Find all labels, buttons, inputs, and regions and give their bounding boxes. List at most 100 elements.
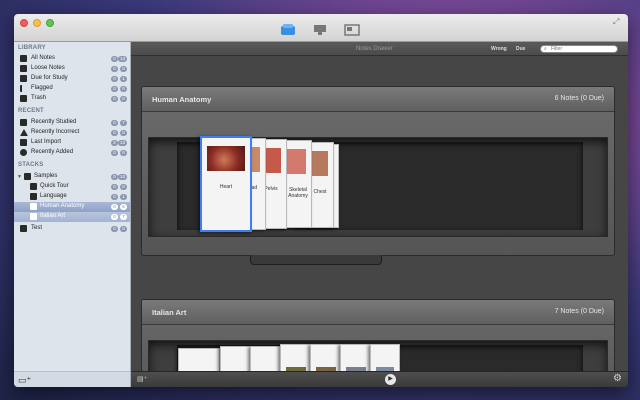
sidebar-item-label: Recently Added <box>31 149 74 155</box>
new-count-badge: 0 <box>111 56 118 62</box>
sidebar-item-recently-incorrect[interactable]: Recently Incorrect 0 0 <box>14 128 130 138</box>
sidebar-item-quick-tour[interactable]: Quick Tour 0 0 <box>14 182 130 192</box>
total-count-badge: 13 <box>117 174 127 180</box>
fullscreen-icon[interactable]: ⤢ <box>613 17 622 26</box>
drawer-icon <box>30 203 37 210</box>
total-count-badge: 13 <box>117 140 127 146</box>
new-count-badge: 0 <box>111 174 118 180</box>
note-card-selected[interactable]: Heart <box>200 136 252 232</box>
study-icon <box>20 119 27 126</box>
sidebar-item-last-import[interactable]: Last Import 2 13 <box>14 138 130 148</box>
notes-drawer-area: Notes Drawer Wrong Due ⌕ Human Anatomy 6… <box>131 42 628 387</box>
new-count-badge: 0 <box>111 86 118 92</box>
new-count-badge: 0 <box>111 204 118 210</box>
drawer-handle[interactable] <box>250 255 382 265</box>
sidebar-item-flagged[interactable]: Flagged 0 0 <box>14 84 130 94</box>
add-circle-icon <box>20 149 27 156</box>
notes-icon <box>20 55 27 62</box>
sidebar-item-trash[interactable]: Trash 0 0 <box>14 94 130 104</box>
new-count-badge: 0 <box>111 66 118 72</box>
total-count-badge: 13 <box>117 56 127 62</box>
sidebar-item-label: Recently Studied <box>31 119 77 125</box>
total-count-badge: 0 <box>120 86 127 92</box>
warning-icon <box>20 129 28 136</box>
new-count-badge: 0 <box>111 214 118 220</box>
section-header-recent: RECENT <box>18 108 44 114</box>
study-view-icon[interactable] <box>312 24 328 36</box>
total-count-badge: 1 <box>120 76 127 82</box>
sidebar-item-label: Language <box>40 193 67 199</box>
total-count-badge: 7 <box>120 120 127 126</box>
sidebar-item-all-notes[interactable]: All Notes 0 13 <box>14 54 130 64</box>
drawer-icon <box>30 183 37 190</box>
drawer-count: 7 Notes (0 Due) <box>554 308 604 315</box>
sidebar-item-loose-notes[interactable]: Loose Notes 0 0 <box>14 64 130 74</box>
sidebar-item-label: Quick Tour <box>40 183 69 189</box>
new-count-badge: 0 <box>111 150 118 156</box>
drawer-header: Human Anatomy 6 Notes (0 Due) <box>142 87 614 112</box>
sidebar-item-samples[interactable]: ▼ Samples 0 13 <box>14 172 130 182</box>
titlebar: ⤢ <box>14 14 628 42</box>
sidebar-item-label: Human Anatomy <box>40 203 85 209</box>
trash-icon <box>20 95 27 102</box>
sidebar-item-human-anatomy[interactable]: Human Anatomy 0 6 <box>14 202 130 212</box>
drawer-human-anatomy[interactable]: Human Anatomy 6 Notes (0 Due) Chest Skel… <box>141 86 615 265</box>
sidebar-item-label: Italian Art <box>40 213 66 219</box>
flag-icon <box>20 85 27 92</box>
drawer-header: Italian Art 7 Notes (0 Due) <box>142 300 614 325</box>
drawer-name: Italian Art <box>152 308 187 317</box>
sidebar-item-language[interactable]: Language 0 1 <box>14 192 130 202</box>
sidebar-item-due-for-study[interactable]: Due for Study 0 1 <box>14 74 130 84</box>
due-column-button[interactable]: Due <box>516 46 525 52</box>
total-count-badge: 0 <box>120 226 127 232</box>
sidebar-item-label: Recently Incorrect <box>31 129 80 135</box>
total-count-badge: 0 <box>120 96 127 102</box>
app-window: ⤢ LIBRARY All Notes 0 13 Loose Notes 0 0… <box>14 14 628 387</box>
minimize-window-button[interactable] <box>33 19 41 27</box>
editor-view-icon[interactable] <box>344 24 360 36</box>
drawer-icon <box>20 225 27 232</box>
section-header-library: LIBRARY <box>18 45 46 51</box>
sidebar-item-label: Test <box>31 225 43 231</box>
filter-field[interactable]: ⌕ <box>540 45 618 53</box>
new-note-icon[interactable]: ▤⁺ <box>137 375 147 383</box>
bottom-toolbar: ▤⁺ ▶ ⚙ <box>131 371 628 387</box>
main-header: Notes Drawer Wrong Due ⌕ <box>131 42 628 56</box>
new-count-badge: 0 <box>111 226 118 232</box>
new-count-badge: 0 <box>111 184 118 190</box>
new-count-badge: 0 <box>111 120 118 126</box>
zoom-window-button[interactable] <box>46 19 54 27</box>
total-count-badge: 7 <box>120 214 127 220</box>
gear-icon[interactable]: ⚙ <box>613 373 622 384</box>
sidebar-item-test[interactable]: Test 0 0 <box>14 224 130 234</box>
sidebar: LIBRARY All Notes 0 13 Loose Notes 0 0 D… <box>14 42 131 387</box>
drawer-name: Human Anatomy <box>152 95 212 104</box>
section-header-stacks: STACKS <box>18 162 44 168</box>
drawer-icon <box>30 193 37 200</box>
sidebar-item-italian-art[interactable]: Italian Art 0 7 <box>14 212 130 222</box>
drawer-view-icon[interactable] <box>280 24 296 36</box>
sidebar-item-label: Flagged <box>31 85 53 91</box>
play-study-button[interactable]: ▶ <box>385 374 396 385</box>
total-count-badge: 1 <box>120 194 127 200</box>
sidebar-item-recently-added[interactable]: Recently Added 0 0 <box>14 148 130 158</box>
loose-notes-icon <box>20 65 27 72</box>
stack-icon <box>24 173 31 180</box>
total-count-badge: 6 <box>120 204 127 210</box>
drawer-count: 6 Notes (0 Due) <box>554 95 604 102</box>
new-count-badge: 0 <box>111 96 118 102</box>
close-window-button[interactable] <box>20 19 28 27</box>
sidebar-item-label: Samples <box>34 173 58 179</box>
card-label: Heart <box>219 184 233 190</box>
wrong-column-button[interactable]: Wrong <box>491 46 507 52</box>
new-count-badge: 0 <box>111 130 118 136</box>
total-count-badge: 0 <box>120 130 127 136</box>
add-stack-icon[interactable]: ▭⁺ <box>18 375 31 386</box>
disclosure-triangle-icon[interactable]: ▼ <box>17 174 22 180</box>
card-label: Skeletal Anatomy <box>288 187 308 199</box>
new-count-badge: 0 <box>111 76 118 82</box>
filter-input[interactable] <box>551 46 615 52</box>
drawer-icon <box>30 213 37 220</box>
total-count-badge: 0 <box>120 184 127 190</box>
sidebar-item-recently-studied[interactable]: Recently Studied 0 7 <box>14 118 130 128</box>
